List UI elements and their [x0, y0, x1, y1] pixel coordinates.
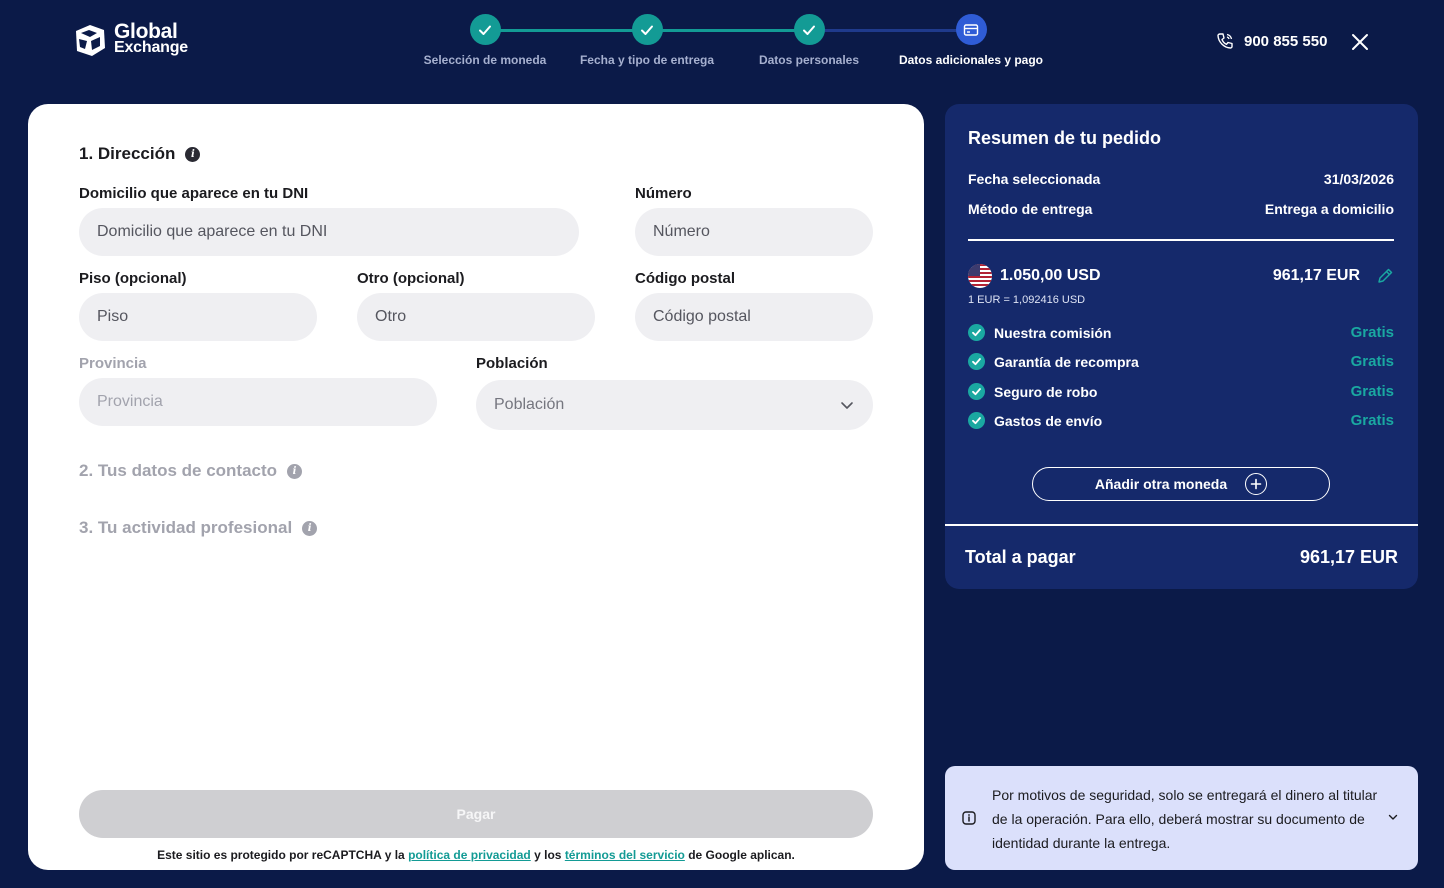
phone-number: 900 855 550 — [1244, 32, 1328, 50]
numero-input[interactable] — [635, 208, 873, 256]
date-value: 31/03/2026 — [1323, 171, 1394, 187]
order-summary-card: Resumen de tu pedido Fecha seleccionada … — [945, 104, 1418, 589]
summary-delivery-row: Método de entrega Entrega a domicilio — [968, 201, 1394, 217]
fee-value: Gratis — [1350, 383, 1394, 400]
phone-contact[interactable]: 900 855 550 — [1216, 32, 1327, 50]
recaptcha-notice: Este sitio es protegido por reCAPTCHA y … — [28, 848, 924, 862]
date-label: Fecha seleccionada — [968, 171, 1101, 187]
info-icon[interactable]: i — [287, 463, 303, 479]
domicilio-label: Domicilio que aparece en tu DNI — [79, 185, 309, 202]
numero-label: Número — [635, 185, 692, 202]
brand-logo[interactable]: Global Exchange — [72, 20, 188, 58]
poblacion-select[interactable]: Población — [476, 380, 873, 430]
credit-card-icon — [955, 14, 987, 45]
provincia-input — [79, 378, 437, 426]
check-circle-icon — [968, 412, 985, 429]
fee-label: Garantía de recompra — [994, 353, 1139, 370]
poblacion-selected-value: Población — [494, 396, 565, 413]
plus-circle-icon — [1245, 473, 1268, 495]
check-icon — [793, 14, 825, 45]
step-fecha-tipo-entrega[interactable]: Fecha y tipo de entrega — [562, 14, 732, 67]
delivery-method-label: Método de entrega — [968, 201, 1093, 217]
address-form-card: 1. Dirección i Domicilio que aparece en … — [28, 104, 924, 870]
domicilio-input[interactable] — [79, 208, 579, 256]
delivery-method-value: Entrega a domicilio — [1264, 201, 1394, 217]
brand-name-line2: Exchange — [114, 39, 188, 56]
security-notice-text: Por motivos de seguridad, solo se entreg… — [992, 787, 1378, 851]
fee-row: Gastos de envío Gratis — [968, 412, 1394, 429]
brand-name-line1: Global — [114, 20, 178, 43]
phone-icon — [1217, 33, 1233, 49]
fee-row: Seguro de robo Gratis — [968, 383, 1394, 400]
section-title: 3. Tu actividad profesional — [79, 518, 293, 537]
exchange-rate: 1 EUR = 1,092416 USD — [968, 294, 1086, 306]
recaptcha-text-post: de Google aplican. — [688, 848, 795, 862]
piso-label: Piso (opcional) — [79, 270, 187, 287]
checkout-stepper: Selección de moneda Fecha y tipo de entr… — [400, 14, 1043, 74]
terms-of-service-link[interactable]: términos del servicio — [565, 848, 685, 862]
otro-label: Otro (opcional) — [357, 270, 465, 287]
total-row: Total a pagar 961,17 EUR — [965, 547, 1398, 568]
provincia-label: Provincia — [79, 355, 147, 372]
globe-logo-icon — [76, 25, 105, 56]
info-icon[interactable]: i — [302, 520, 318, 536]
step-datos-adicionales-pago: Datos adicionales y pago — [886, 14, 1056, 67]
info-icon[interactable]: i — [185, 146, 201, 162]
amount-eur: 961,17 EUR — [1272, 267, 1360, 284]
us-flag-icon — [968, 264, 992, 288]
check-circle-icon — [968, 383, 985, 400]
piso-input[interactable] — [79, 293, 317, 341]
summary-title: Resumen de tu pedido — [968, 128, 1162, 148]
info-square-icon — [962, 811, 976, 825]
security-notice[interactable]: Por motivos de seguridad, solo se entreg… — [945, 766, 1418, 870]
fee-label: Gastos de envío — [994, 412, 1103, 429]
check-circle-icon — [968, 324, 985, 341]
fee-value: Gratis — [1350, 324, 1394, 341]
codigo-postal-label: Código postal — [635, 270, 735, 287]
total-label: Total a pagar — [965, 547, 1076, 567]
summary-divider — [968, 239, 1394, 241]
privacy-policy-link[interactable]: política de privacidad — [408, 848, 531, 862]
check-icon — [469, 14, 501, 45]
chevron-down-icon[interactable] — [1386, 810, 1400, 824]
section-direccion[interactable]: 1. Dirección i — [79, 144, 201, 164]
section-actividad-profesional[interactable]: 3. Tu actividad profesional i — [79, 518, 318, 538]
step-label: Datos adicionales y pago — [898, 53, 1044, 67]
fee-row: Nuestra comisión Gratis — [968, 324, 1394, 341]
codigo-postal-input[interactable] — [635, 293, 873, 341]
total-divider — [945, 524, 1418, 526]
fee-label: Seguro de robo — [994, 383, 1098, 400]
section-title: 2. Tus datos de contacto — [79, 461, 278, 480]
pencil-edit-icon[interactable] — [1376, 267, 1394, 285]
step-label: Datos personales — [758, 53, 860, 67]
pay-button[interactable]: Pagar — [79, 790, 873, 838]
section-title: 1. Dirección — [79, 144, 176, 163]
currency-line: 1.050,00 USD 961,17 EUR — [968, 264, 1394, 288]
chevron-down-icon — [841, 402, 853, 409]
close-icon[interactable] — [1348, 30, 1372, 54]
step-seleccion-moneda[interactable]: Selección de moneda — [400, 14, 570, 67]
summary-date-row: Fecha seleccionada 31/03/2026 — [968, 171, 1394, 187]
recaptcha-text-mid: y los — [534, 848, 562, 862]
fee-value: Gratis — [1350, 412, 1394, 429]
fee-label: Nuestra comisión — [994, 324, 1112, 341]
fee-row: Garantía de recompra Gratis — [968, 353, 1394, 370]
check-circle-icon — [968, 353, 985, 370]
section-datos-contacto[interactable]: 2. Tus datos de contacto i — [79, 461, 303, 481]
add-currency-label: Añadir otra moneda — [1094, 476, 1228, 492]
otro-input[interactable] — [357, 293, 595, 341]
recaptcha-text-pre: Este sitio es protegido por reCAPTCHA y … — [157, 848, 405, 862]
check-icon — [631, 14, 663, 45]
step-datos-personales[interactable]: Datos personales — [724, 14, 894, 67]
fee-value: Gratis — [1350, 353, 1394, 370]
amount-usd: 1.050,00 USD — [1000, 267, 1101, 284]
step-label: Selección de moneda — [423, 53, 547, 67]
step-label: Fecha y tipo de entrega — [579, 53, 715, 67]
add-currency-button[interactable]: Añadir otra moneda — [1032, 467, 1330, 501]
poblacion-label: Población — [476, 355, 548, 372]
total-value: 961,17 EUR — [1299, 547, 1398, 567]
